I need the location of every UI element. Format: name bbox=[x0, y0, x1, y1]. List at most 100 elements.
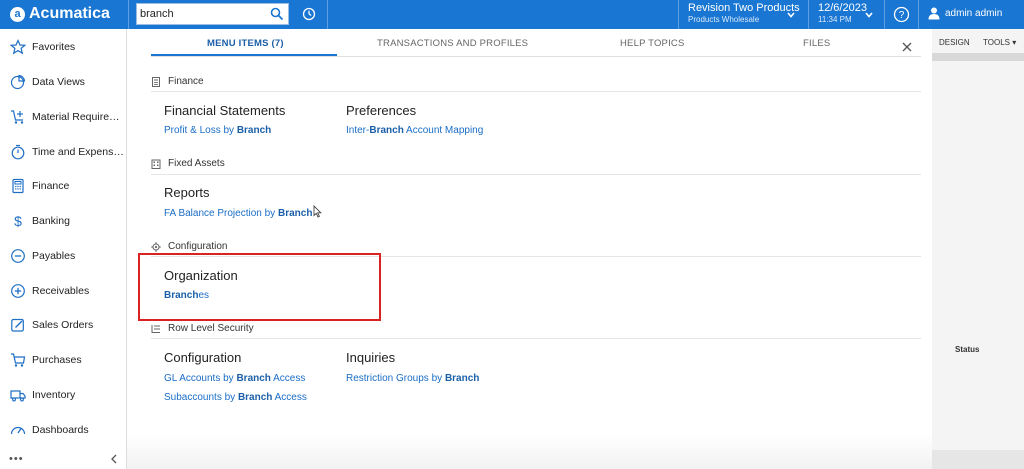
link-fa-balance-projection-by-branch[interactable]: FA Balance Projection by Branch bbox=[164, 208, 312, 219]
section-configuration: Configuration bbox=[151, 241, 227, 252]
building-icon bbox=[151, 159, 161, 169]
link-match-text: Branch bbox=[236, 373, 271, 384]
sidebar: Favorites Data Views Material Requireme.… bbox=[0, 29, 127, 469]
link-match-text: Branch bbox=[237, 392, 273, 403]
link-text: Inter- bbox=[346, 125, 370, 136]
cart-plus-icon bbox=[11, 110, 24, 124]
link-restriction-groups-by-branch[interactable]: Restriction Groups by Branch bbox=[346, 373, 479, 384]
section-finance: Finance bbox=[151, 76, 204, 87]
group-title-financial-statements: Financial Statements bbox=[164, 103, 286, 118]
sidebar-item-label: Banking bbox=[32, 215, 70, 227]
group-title-inquiries: Inquiries bbox=[346, 350, 396, 365]
link-text: Account Mapping bbox=[403, 125, 484, 136]
link-profit-loss-by-branch[interactable]: Profit & Loss by Branch bbox=[164, 125, 271, 136]
edit-icon bbox=[11, 318, 24, 332]
link-gl-accounts-by-branch-access[interactable]: GL Accounts by Branch Access bbox=[164, 373, 305, 384]
search-icon[interactable] bbox=[270, 7, 284, 21]
sidebar-item-favorites[interactable]: Favorites bbox=[0, 31, 127, 63]
chevron-down-icon[interactable] bbox=[864, 10, 874, 20]
sidebar-item-label: Material Requireme... bbox=[32, 111, 124, 123]
status-column-header: Status bbox=[955, 345, 980, 354]
gear-icon bbox=[151, 241, 161, 252]
help-icon[interactable]: ? bbox=[893, 6, 910, 23]
group-title-configuration: Configuration bbox=[164, 350, 242, 365]
sidebar-item-label: Payables bbox=[32, 250, 76, 262]
panel-bottom-fade bbox=[127, 434, 932, 469]
stopwatch-icon bbox=[11, 144, 25, 160]
highlight-annotation-box bbox=[138, 253, 381, 321]
more-icon[interactable]: ••• bbox=[9, 453, 24, 465]
chevron-down-icon[interactable] bbox=[786, 10, 796, 20]
sidebar-item-finance[interactable]: Finance bbox=[0, 170, 127, 202]
section-divider bbox=[151, 174, 921, 175]
history-icon bbox=[302, 7, 316, 21]
minus-circle-icon bbox=[11, 249, 25, 263]
gauge-icon bbox=[10, 426, 26, 435]
acumatica-logo[interactable]: a Acumatica bbox=[10, 4, 110, 24]
sidebar-item-material-requirements[interactable]: Material Requireme... bbox=[0, 101, 127, 133]
sidebar-item-purchases[interactable]: Purchases bbox=[0, 344, 127, 376]
link-match-text: Branch bbox=[277, 208, 313, 219]
tab-transactions-and-profiles[interactable]: TRANSACTIONS AND PROFILES bbox=[377, 38, 528, 49]
design-button[interactable]: DESIGN bbox=[939, 38, 970, 47]
user-menu[interactable]: admin admin bbox=[928, 7, 1002, 20]
tools-menu[interactable]: TOOLS ▾ bbox=[983, 38, 1016, 47]
pie-chart-icon bbox=[10, 74, 26, 90]
calculator-icon bbox=[12, 178, 24, 194]
sidebar-item-label: Receivables bbox=[32, 285, 90, 297]
logo-mark-icon: a bbox=[10, 6, 25, 22]
link-text: Access bbox=[272, 392, 307, 403]
link-text: GL Accounts by bbox=[164, 373, 237, 384]
section-label: Row Level Security bbox=[168, 323, 254, 334]
sidebar-item-sales-orders[interactable]: Sales Orders bbox=[0, 309, 127, 341]
search-results-panel: MENU ITEMS (7) TRANSACTIONS AND PROFILES… bbox=[127, 29, 932, 469]
sidebar-item-label: Dashboards bbox=[32, 424, 89, 436]
link-text: Subaccounts by bbox=[164, 392, 238, 403]
tab-menu-items[interactable]: MENU ITEMS (7) bbox=[207, 38, 284, 49]
top-bar: a Acumatica Revision Two Products Produc… bbox=[0, 0, 1024, 29]
tab-help-topics[interactable]: HELP TOPICS bbox=[620, 38, 685, 49]
sidebar-item-payables[interactable]: Payables bbox=[0, 240, 127, 272]
sidebar-item-label: Inventory bbox=[32, 389, 76, 401]
link-subaccounts-by-branch-access[interactable]: Subaccounts by Branch Access bbox=[164, 392, 307, 403]
group-title-reports: Reports bbox=[164, 185, 210, 200]
section-label: Fixed Assets bbox=[168, 158, 225, 169]
divider bbox=[678, 0, 679, 29]
sidebar-footer: ••• bbox=[0, 449, 127, 469]
screen-toolbar: DESIGN TOOLS ▾ bbox=[932, 31, 1024, 53]
sidebar-item-receivables[interactable]: Receivables bbox=[0, 275, 127, 307]
search-box[interactable] bbox=[136, 3, 289, 25]
link-text: Restriction Groups by bbox=[346, 373, 445, 384]
user-name: admin admin bbox=[945, 8, 1003, 19]
tabs-divider bbox=[151, 56, 921, 57]
chevron-left-icon[interactable] bbox=[110, 454, 118, 464]
section-fixed-assets: Fixed Assets bbox=[151, 158, 225, 169]
sidebar-item-banking[interactable]: $ Banking bbox=[0, 205, 127, 237]
divider bbox=[884, 0, 885, 29]
section-divider bbox=[151, 338, 921, 339]
sidebar-item-data-views[interactable]: Data Views bbox=[0, 66, 127, 98]
tab-files[interactable]: FILES bbox=[803, 38, 830, 49]
link-match-text: Branch bbox=[369, 125, 404, 136]
logo-text: Acumatica bbox=[29, 5, 110, 22]
link-inter-branch-account-mapping[interactable]: Inter-Branch Account Mapping bbox=[346, 125, 483, 136]
truck-icon bbox=[10, 390, 26, 402]
sidebar-item-label: Favorites bbox=[32, 41, 76, 53]
cart-icon bbox=[11, 353, 26, 367]
calculator-icon bbox=[152, 76, 160, 87]
link-text: Profit & Loss by bbox=[164, 125, 237, 136]
sidebar-item-label: Sales Orders bbox=[32, 319, 94, 331]
link-match-text: Branch bbox=[236, 125, 272, 136]
sidebar-item-inventory[interactable]: Inventory bbox=[0, 379, 127, 411]
history-button[interactable] bbox=[298, 4, 320, 24]
sidebar-item-time-and-expenses[interactable]: Time and Expenses bbox=[0, 136, 127, 168]
sidebar-item-label: Data Views bbox=[32, 76, 85, 88]
close-icon[interactable] bbox=[901, 41, 913, 53]
divider bbox=[128, 0, 129, 29]
background-screen bbox=[932, 29, 1024, 469]
mouse-cursor-icon bbox=[313, 205, 322, 218]
link-match-text: Branch bbox=[444, 373, 480, 384]
sidebar-item-label: Purchases bbox=[32, 354, 82, 366]
search-input[interactable] bbox=[137, 5, 265, 23]
sidebar-item-dashboards[interactable]: Dashboards bbox=[0, 414, 127, 446]
